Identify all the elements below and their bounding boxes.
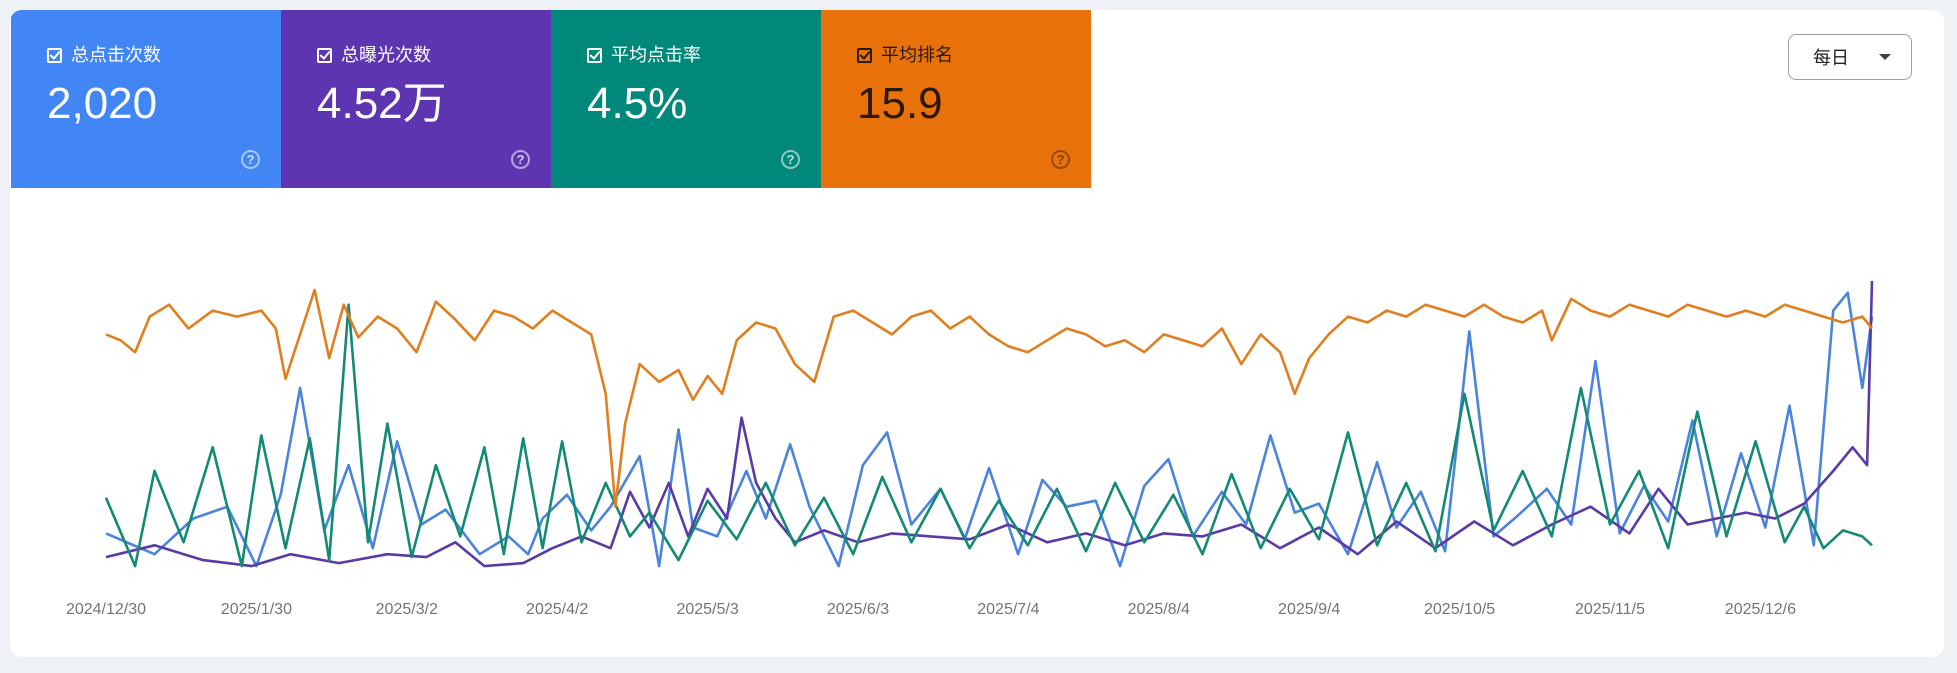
performance-card: 总点击次数 2,020 ? 总曝光次数 4.52万 ? 平均点击率 4.5% ?	[10, 10, 1944, 657]
x-tick-label: 2025/3/2	[376, 601, 438, 618]
x-tick-label: 2025/8/4	[1128, 601, 1190, 618]
x-tick-label: 2025/6/3	[827, 601, 889, 618]
x-tick-label: 2025/11/5	[1575, 601, 1645, 618]
x-tick-label: 2025/1/30	[221, 601, 292, 618]
series-line-3	[105, 288, 1874, 508]
chart-x-ticks: 2024/12/30 2025/1/30 2025/3/2 2025/4/2 2025/…	[66, 601, 1796, 618]
x-tick-label: 2025/4/2	[526, 601, 588, 618]
chart-lines	[104, 280, 1874, 568]
x-tick-label: 2025/7/4	[977, 601, 1039, 618]
x-tick-label: 2025/12/6	[1725, 601, 1796, 618]
x-tick-label: 2025/9/4	[1278, 601, 1340, 618]
x-tick-label: 2025/10/5	[1424, 601, 1495, 618]
x-tick-label: 2024/12/30	[66, 601, 146, 618]
performance-line-chart: 2024/12/30 2025/1/30 2025/3/2 2025/4/2 2025/…	[66, 280, 1874, 618]
x-tick-label: 2025/5/3	[676, 601, 738, 618]
